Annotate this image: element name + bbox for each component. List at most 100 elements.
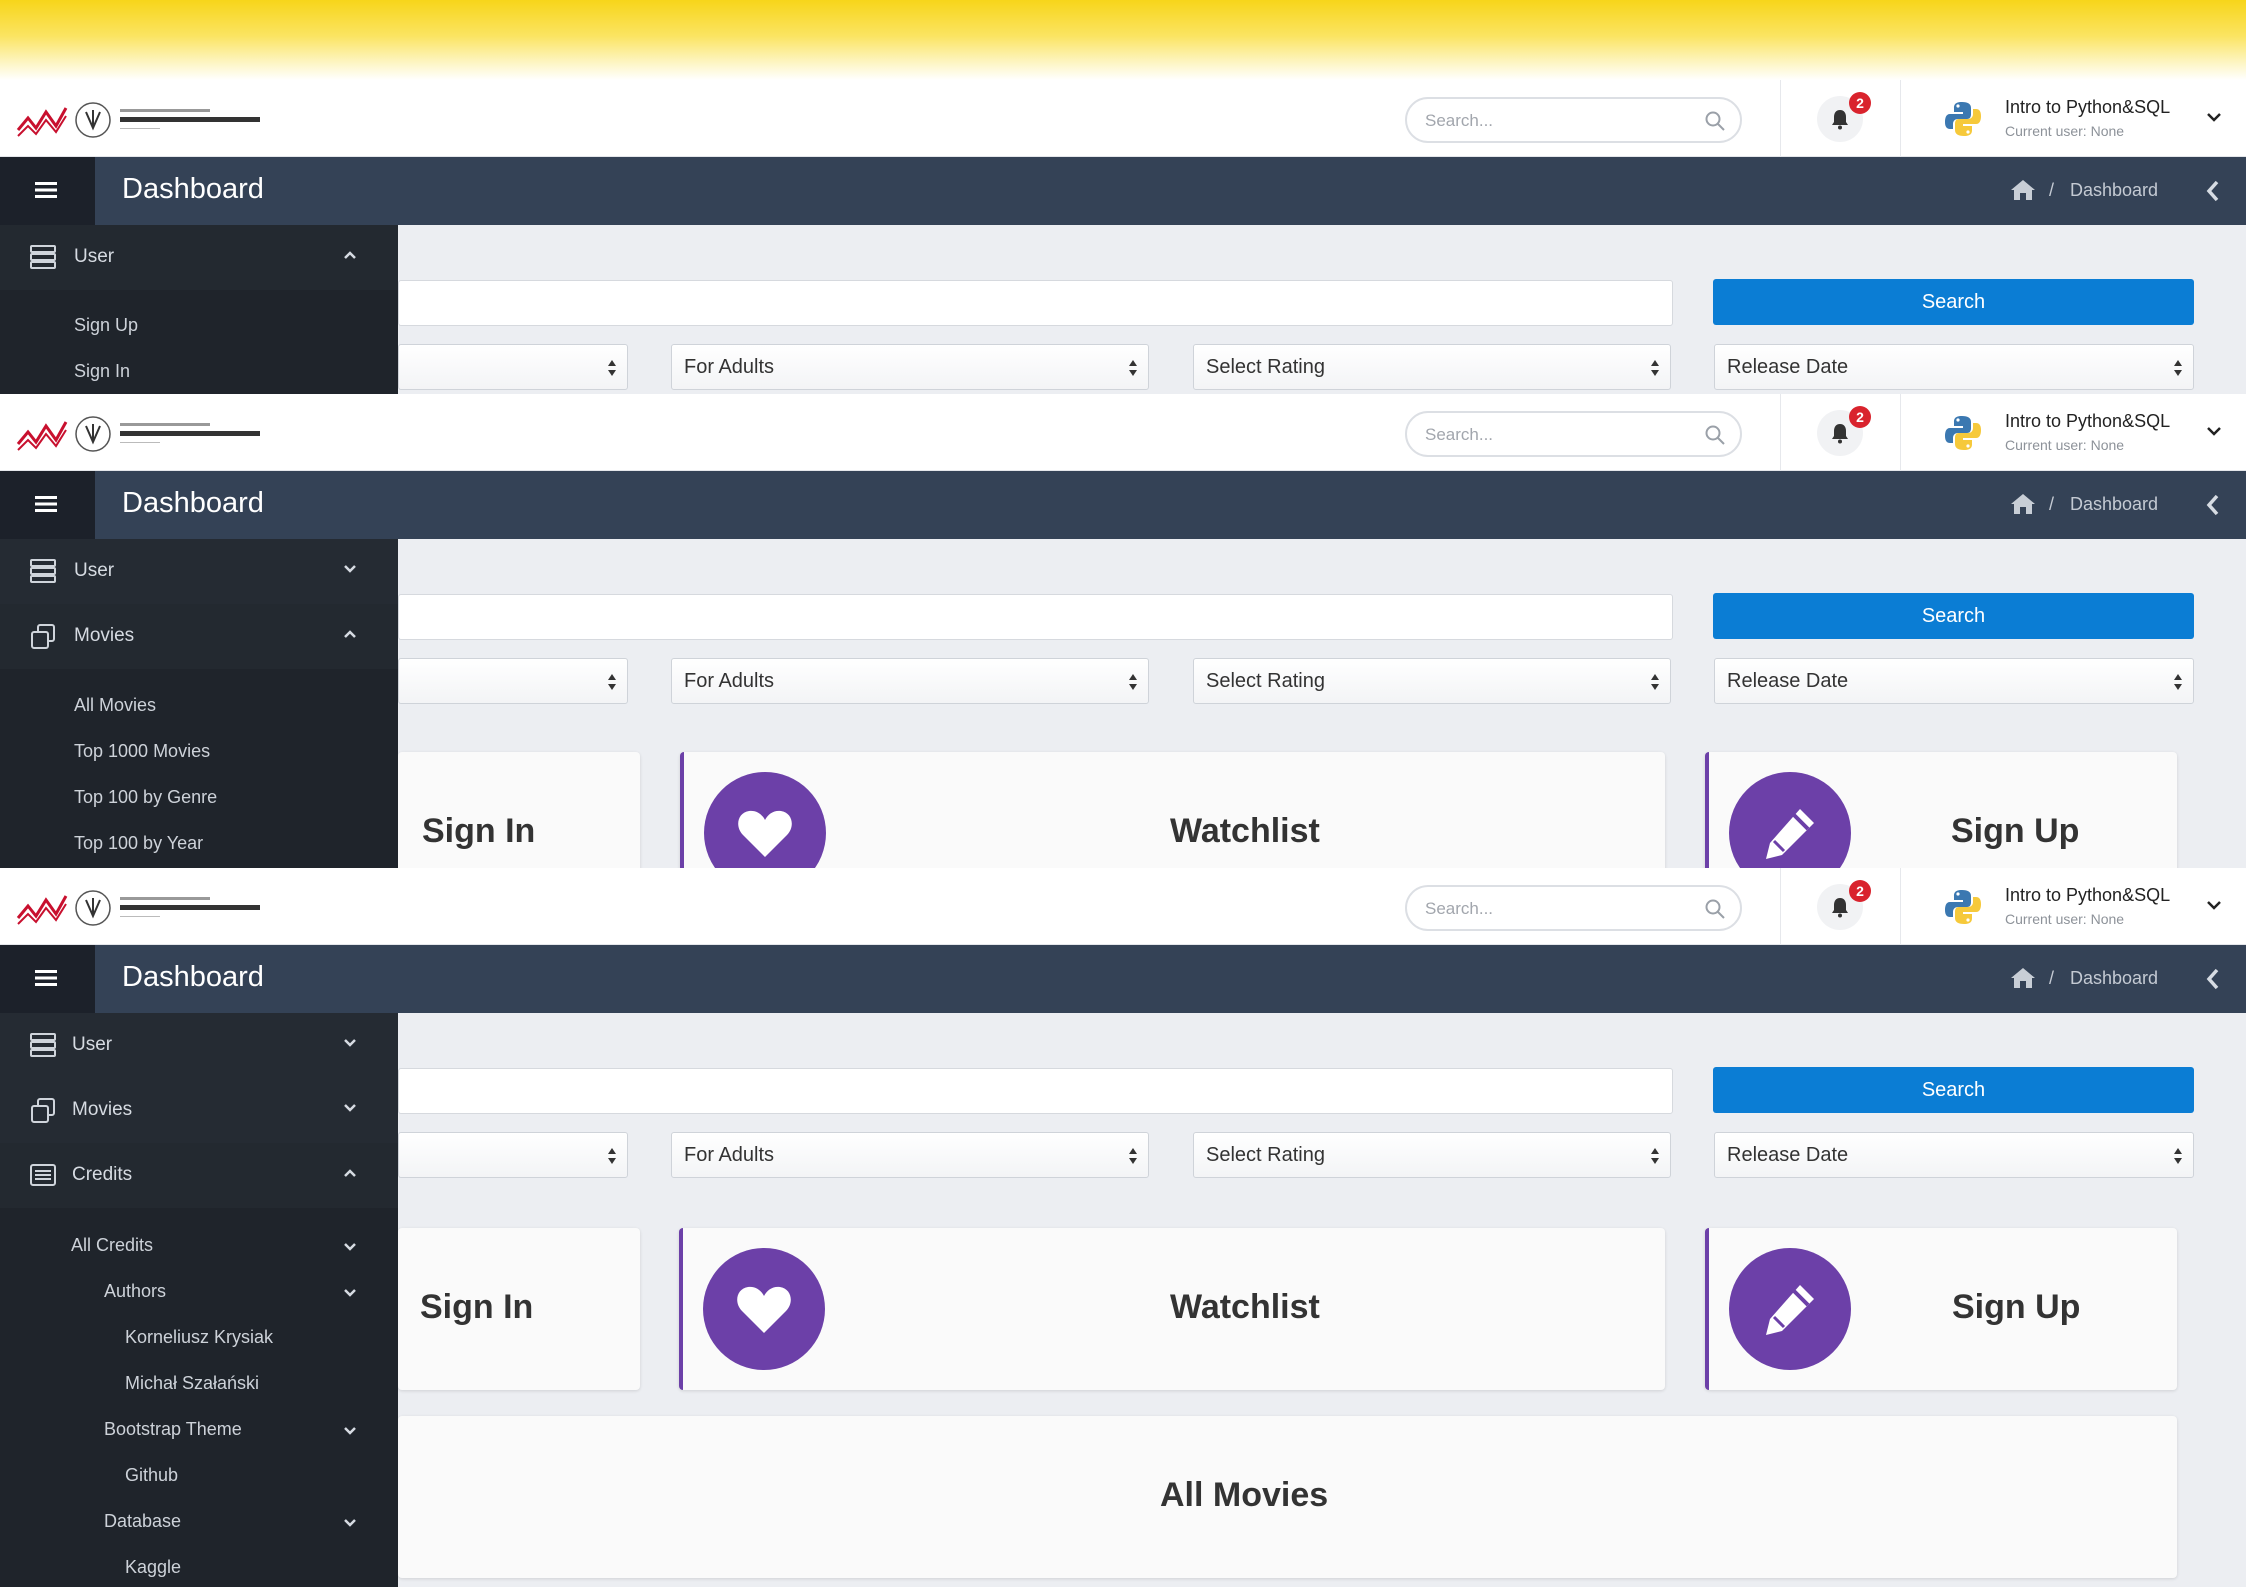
heart-icon <box>737 1286 791 1333</box>
chevron-left-icon[interactable] <box>2206 494 2220 516</box>
genre-select[interactable] <box>398 658 628 704</box>
top-search-input[interactable] <box>1423 108 1693 134</box>
top-yellow-band <box>0 0 2246 80</box>
sidebar-link-authors[interactable]: Authors <box>104 1281 166 1302</box>
chevron-down-icon <box>344 565 356 573</box>
current-user-status: Current user: None <box>2005 123 2125 139</box>
sign-in-card[interactable]: Sign In <box>398 1228 640 1390</box>
main-search-input[interactable] <box>398 1068 1673 1114</box>
search-icon[interactable] <box>1704 898 1726 920</box>
server-icon <box>30 559 56 583</box>
watchlist-card[interactable]: Watchlist <box>679 1228 1665 1390</box>
search-icon[interactable] <box>1704 110 1726 132</box>
release-date-select[interactable]: Release Date <box>1714 344 2194 390</box>
genre-select[interactable] <box>398 344 628 390</box>
chevron-up-icon <box>344 630 356 638</box>
sidebar-item-user[interactable]: User <box>0 539 398 604</box>
select-arrows-icon <box>2174 674 2182 690</box>
adults-select[interactable]: For Adults <box>671 658 1149 704</box>
sign-up-card[interactable]: Sign Up <box>1705 1228 2177 1390</box>
search-button[interactable]: Search <box>1713 593 2194 639</box>
genre-select[interactable] <box>398 1132 628 1178</box>
rating-select[interactable]: Select Rating <box>1193 658 1671 704</box>
hamburger-icon <box>35 970 57 986</box>
sidebar-link-all-movies[interactable]: All Movies <box>74 695 156 716</box>
search-icon[interactable] <box>1704 424 1726 446</box>
sidebar-item-user[interactable]: User <box>0 225 398 290</box>
top-search-input[interactable] <box>1423 896 1693 922</box>
select-arrows-icon <box>1651 674 1659 690</box>
notification-badge: 2 <box>1849 880 1871 902</box>
sign-in-card[interactable]: Sign In <box>398 752 640 868</box>
server-icon <box>30 245 56 269</box>
main-search-input[interactable] <box>398 280 1673 326</box>
release-date-select-value: Release Date <box>1727 356 1849 378</box>
chevron-left-icon[interactable] <box>2206 180 2220 202</box>
select-arrows-icon <box>1651 360 1659 376</box>
main-search-input[interactable] <box>398 594 1673 640</box>
divider <box>1900 80 1901 157</box>
university-logo <box>16 888 266 928</box>
copy-icon <box>31 624 55 649</box>
menu-toggle-button[interactable] <box>0 471 95 539</box>
all-movies-card[interactable]: All Movies <box>398 1416 2177 1578</box>
user-name[interactable]: Intro to Python&SQL <box>2005 97 2170 118</box>
sidebar-item-credits[interactable]: Credits <box>0 1143 398 1208</box>
adults-select[interactable]: For Adults <box>671 1132 1149 1178</box>
sidebar-link-kaggle[interactable]: Kaggle <box>125 1557 181 1578</box>
bell-icon <box>1832 110 1848 130</box>
home-icon[interactable] <box>2010 179 2036 201</box>
sidebar-item-label: Movies <box>74 625 135 646</box>
card-title: Sign In <box>420 1288 534 1326</box>
menu-toggle-button[interactable] <box>0 945 95 1013</box>
chevron-down-icon[interactable] <box>2206 900 2222 910</box>
card-icon-circle <box>1729 1248 1851 1370</box>
top-search-input[interactable] <box>1423 422 1693 448</box>
server-icon <box>30 1033 56 1057</box>
sign-up-card[interactable]: Sign Up <box>1705 752 2177 868</box>
sidebar-link-top-100-genre[interactable]: Top 100 by Genre <box>74 787 217 808</box>
chevron-down-icon <box>344 1427 356 1435</box>
sidebar-link-sign-up[interactable]: Sign Up <box>74 315 138 336</box>
rating-select[interactable]: Select Rating <box>1193 344 1671 390</box>
rating-select-value: Select Rating <box>1206 670 1325 692</box>
rating-select[interactable]: Select Rating <box>1193 1132 1671 1178</box>
sidebar-item-user[interactable]: User <box>0 1013 398 1078</box>
watchlist-card[interactable]: Watchlist <box>680 752 1665 868</box>
release-date-select[interactable]: Release Date <box>1714 658 2194 704</box>
home-icon[interactable] <box>2010 967 2036 989</box>
chevron-down-icon[interactable] <box>2206 426 2222 436</box>
menu-toggle-button[interactable] <box>0 157 95 225</box>
sidebar-link-all-credits[interactable]: All Credits <box>71 1235 153 1256</box>
sidebar-item-movies[interactable]: Movies <box>0 1078 398 1143</box>
adults-select-value: For Adults <box>684 1144 775 1166</box>
card-icon-circle <box>704 772 826 868</box>
adults-select-value: For Adults <box>684 670 775 692</box>
sidebar-link-bootstrap-theme[interactable]: Bootstrap Theme <box>104 1419 242 1440</box>
card-title: Watchlist <box>1170 1288 1320 1326</box>
sidebar-link-sign-in[interactable]: Sign In <box>74 361 130 382</box>
user-name[interactable]: Intro to Python&SQL <box>2005 885 2170 906</box>
sidebar-link-top-1000[interactable]: Top 1000 Movies <box>74 741 210 762</box>
sidebar-link-github[interactable]: Github <box>125 1465 178 1486</box>
python-logo-icon <box>1945 890 1981 924</box>
search-button[interactable]: Search <box>1713 1067 2194 1113</box>
sidebar-item-movies[interactable]: Movies <box>0 604 398 669</box>
sidebar: User Movies Credits All Credits Authors … <box>0 1013 398 1587</box>
chevron-down-icon <box>344 1289 356 1297</box>
chevron-down-icon[interactable] <box>2206 112 2222 122</box>
sidebar-link-top-100-year[interactable]: Top 100 by Year <box>74 833 203 854</box>
breadcrumb-current: Dashboard <box>2070 494 2159 514</box>
sidebar-link-database[interactable]: Database <box>104 1511 181 1532</box>
chevron-left-icon[interactable] <box>2206 968 2220 990</box>
home-icon[interactable] <box>2010 493 2036 515</box>
sidebar-link-author-2[interactable]: Michał Szałański <box>125 1373 259 1394</box>
breadcrumb-separator: / <box>2049 180 2055 200</box>
user-name[interactable]: Intro to Python&SQL <box>2005 411 2170 432</box>
select-arrows-icon <box>2174 1148 2182 1164</box>
adults-select[interactable]: For Adults <box>671 344 1149 390</box>
sidebar-link-author-1[interactable]: Korneliusz Krysiak <box>125 1327 273 1348</box>
search-button[interactable]: Search <box>1713 279 2194 325</box>
university-logo <box>16 414 266 454</box>
release-date-select[interactable]: Release Date <box>1714 1132 2194 1178</box>
